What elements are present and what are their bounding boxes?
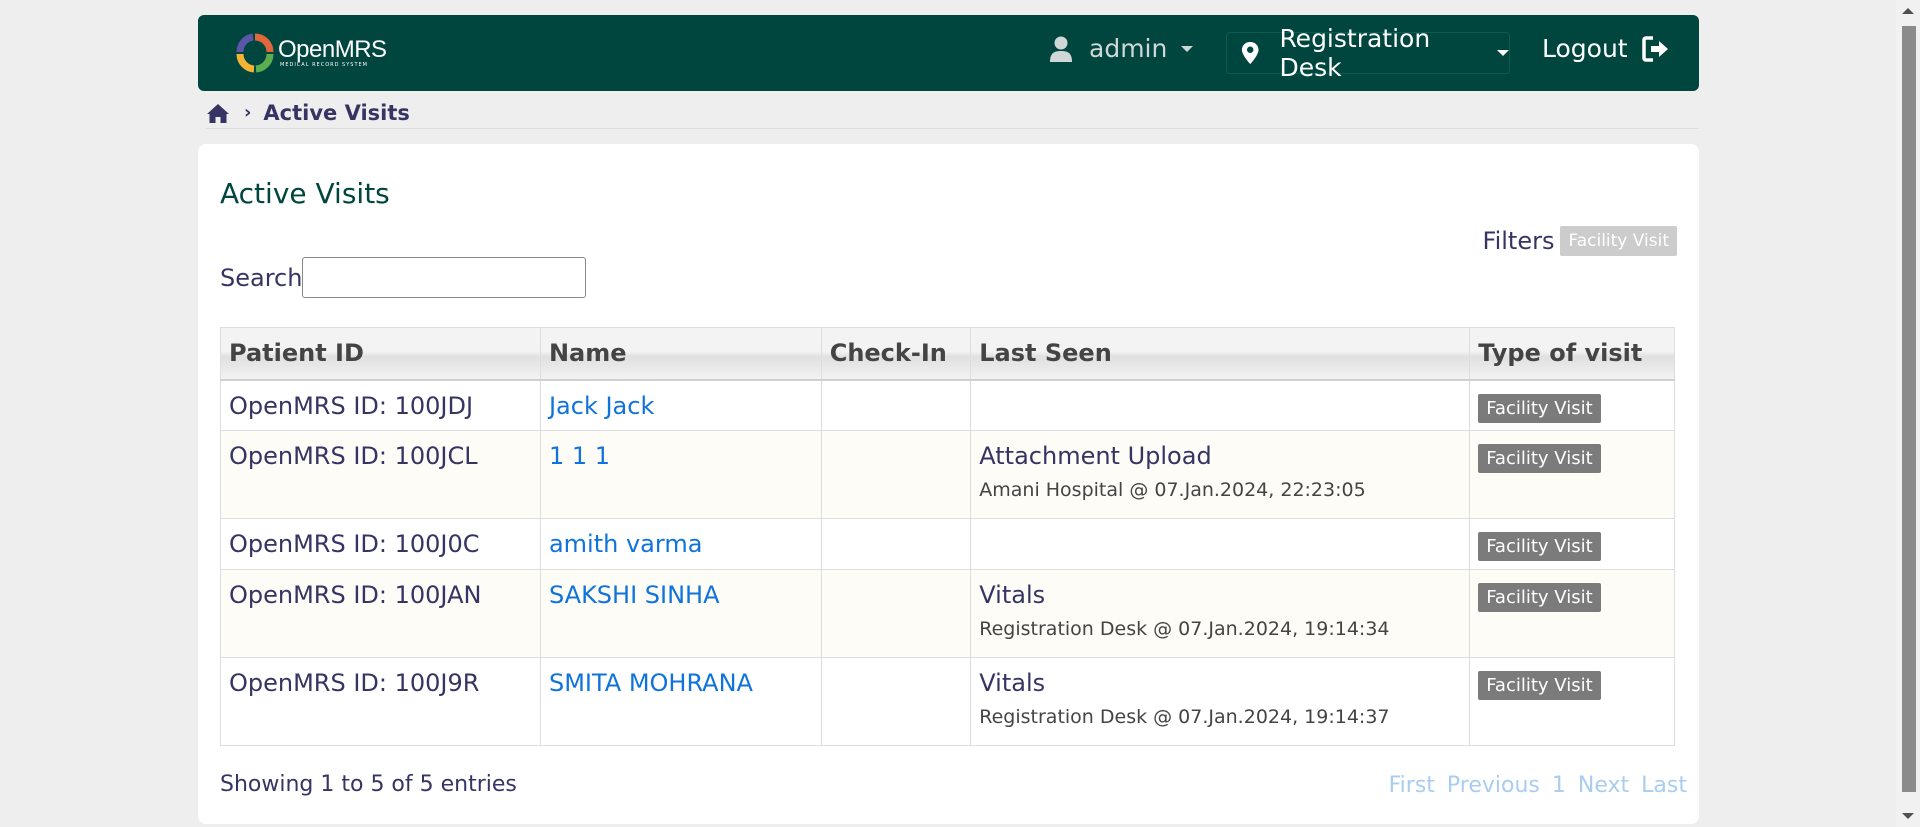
pin-icon [1241,41,1259,65]
table-row: OpenMRS ID: 100JDJ Jack Jack Facility Vi… [220,379,1675,431]
pager-first[interactable]: First [1389,773,1435,798]
cell-check-in [820,569,972,658]
pager-last[interactable]: Last [1641,773,1687,798]
vertical-scrollbar[interactable] [1896,0,1920,827]
patient-name-link[interactable]: amith varma [549,530,702,558]
user-menu[interactable]: admin [1049,34,1194,63]
openmrs-logo-icon [236,33,274,73]
last-seen-event: Vitals [979,669,1046,697]
pager-next[interactable]: Next [1578,773,1629,798]
search: Search [220,257,587,298]
search-input[interactable] [302,257,587,298]
scroll-down-arrow-icon[interactable] [1902,813,1914,819]
filters-label: Filters [1482,227,1555,255]
cell-patient-id: OpenMRS ID: 100JAN [220,569,541,658]
patient-name-link[interactable]: 1 1 1 [549,442,610,470]
table-row: OpenMRS ID: 100J0C amith varma Facility … [220,518,1675,570]
logo-text: OpenMRS [278,36,387,63]
cell-check-in [820,518,972,570]
last-seen-event: Vitals [979,581,1046,609]
cell-patient-id: OpenMRS ID: 100JDJ [220,379,541,431]
filters: Filters Facility Visit [1483,226,1677,256]
logo-subtext: MEDICAL RECORD SYSTEM [280,62,368,68]
last-seen-detail: Amani Hospital @ 07.Jan.2024, 22:23:05 [979,479,1366,501]
scrollbar-thumb[interactable] [1902,26,1916,792]
cell-last-seen: Vitals Registration Desk @ 07.Jan.2024, … [970,569,1471,658]
logout-icon [1641,35,1668,62]
column-header-patient-id[interactable]: Patient ID [220,327,541,381]
pager-page-1[interactable]: 1 [1552,773,1566,798]
patient-name-link[interactable]: SMITA MOHRANA [549,669,753,697]
last-seen-event: Attachment Upload [979,442,1212,470]
home-icon[interactable] [206,102,230,124]
user-name: admin [1089,34,1168,63]
active-visits-card: Active Visits Filters Facility Visit Sea… [198,144,1699,824]
top-header: OpenMRS MEDICAL RECORD SYSTEM admin Regi… [198,15,1699,91]
cell-last-seen: Vitals Registration Desk @ 07.Jan.2024, … [970,657,1471,746]
cell-patient-id: OpenMRS ID: 100J9R [220,657,541,746]
cell-last-seen [970,379,1471,431]
breadcrumb-current: Active Visits [263,100,410,125]
table-row: OpenMRS ID: 100JAN SAKSHI SINHA Vitals R… [220,569,1675,658]
cell-check-in [820,379,972,431]
patient-name-link[interactable]: Jack Jack [549,392,654,420]
visit-type-badge: Facility Visit [1478,393,1601,423]
table-info: Showing 1 to 5 of 5 entries [220,772,517,797]
column-header-last-seen[interactable]: Last Seen [970,327,1471,381]
logout-label: Logout [1542,34,1628,63]
scroll-up-arrow-icon[interactable] [1902,8,1914,14]
openmrs-logo[interactable]: OpenMRS MEDICAL RECORD SYSTEM [236,33,387,73]
breadcrumb: › Active Visits [206,97,1699,129]
last-seen-detail: Registration Desk @ 07.Jan.2024, 19:14:3… [979,706,1390,728]
chevron-down-icon [1181,45,1194,52]
visit-type-badge: Facility Visit [1478,671,1601,700]
active-visits-table: Patient ID Name Check-In Last Seen Type … [220,327,1675,746]
chevron-right-icon: › [244,102,252,123]
location-menu[interactable]: Registration Desk [1226,24,1510,82]
cell-patient-id: OpenMRS ID: 100JCL [220,430,541,519]
last-seen-detail: Registration Desk @ 07.Jan.2024, 19:14:3… [979,618,1390,640]
patient-name-link[interactable]: SAKSHI SINHA [549,581,720,609]
page: OpenMRS MEDICAL RECORD SYSTEM admin Regi… [198,15,1699,824]
visit-type-badge: Facility Visit [1478,444,1601,473]
visit-type-badge: Facility Visit [1478,532,1601,561]
cell-patient-id: OpenMRS ID: 100J0C [220,518,541,570]
cell-check-in [820,657,972,746]
pagination: First Previous 1 Next Last [1377,773,1687,798]
column-header-type-of-visit[interactable]: Type of visit [1469,327,1675,381]
user-icon [1050,36,1072,62]
search-label: Search [220,263,303,292]
pager-previous[interactable]: Previous [1447,773,1540,798]
logout-link[interactable]: Logout [1542,34,1670,63]
filter-badge-facility-visit[interactable]: Facility Visit [1560,226,1677,256]
location-name: Registration Desk [1279,24,1431,82]
column-header-name[interactable]: Name [539,327,822,381]
table-row: OpenMRS ID: 100J9R SMITA MOHRANA Vitals … [220,657,1675,746]
table-row: OpenMRS ID: 100JCL 1 1 1 Attachment Uplo… [220,430,1675,519]
cell-last-seen: Attachment Upload Amani Hospital @ 07.Ja… [970,430,1471,519]
column-header-check-in[interactable]: Check-In [820,327,972,381]
visit-type-badge: Facility Visit [1478,583,1601,612]
table-header-row: Patient ID Name Check-In Last Seen Type … [220,327,1675,381]
chevron-down-icon [1497,50,1509,56]
page-title: Active Visits [220,177,390,210]
cell-check-in [820,430,972,519]
cell-last-seen [970,518,1471,570]
